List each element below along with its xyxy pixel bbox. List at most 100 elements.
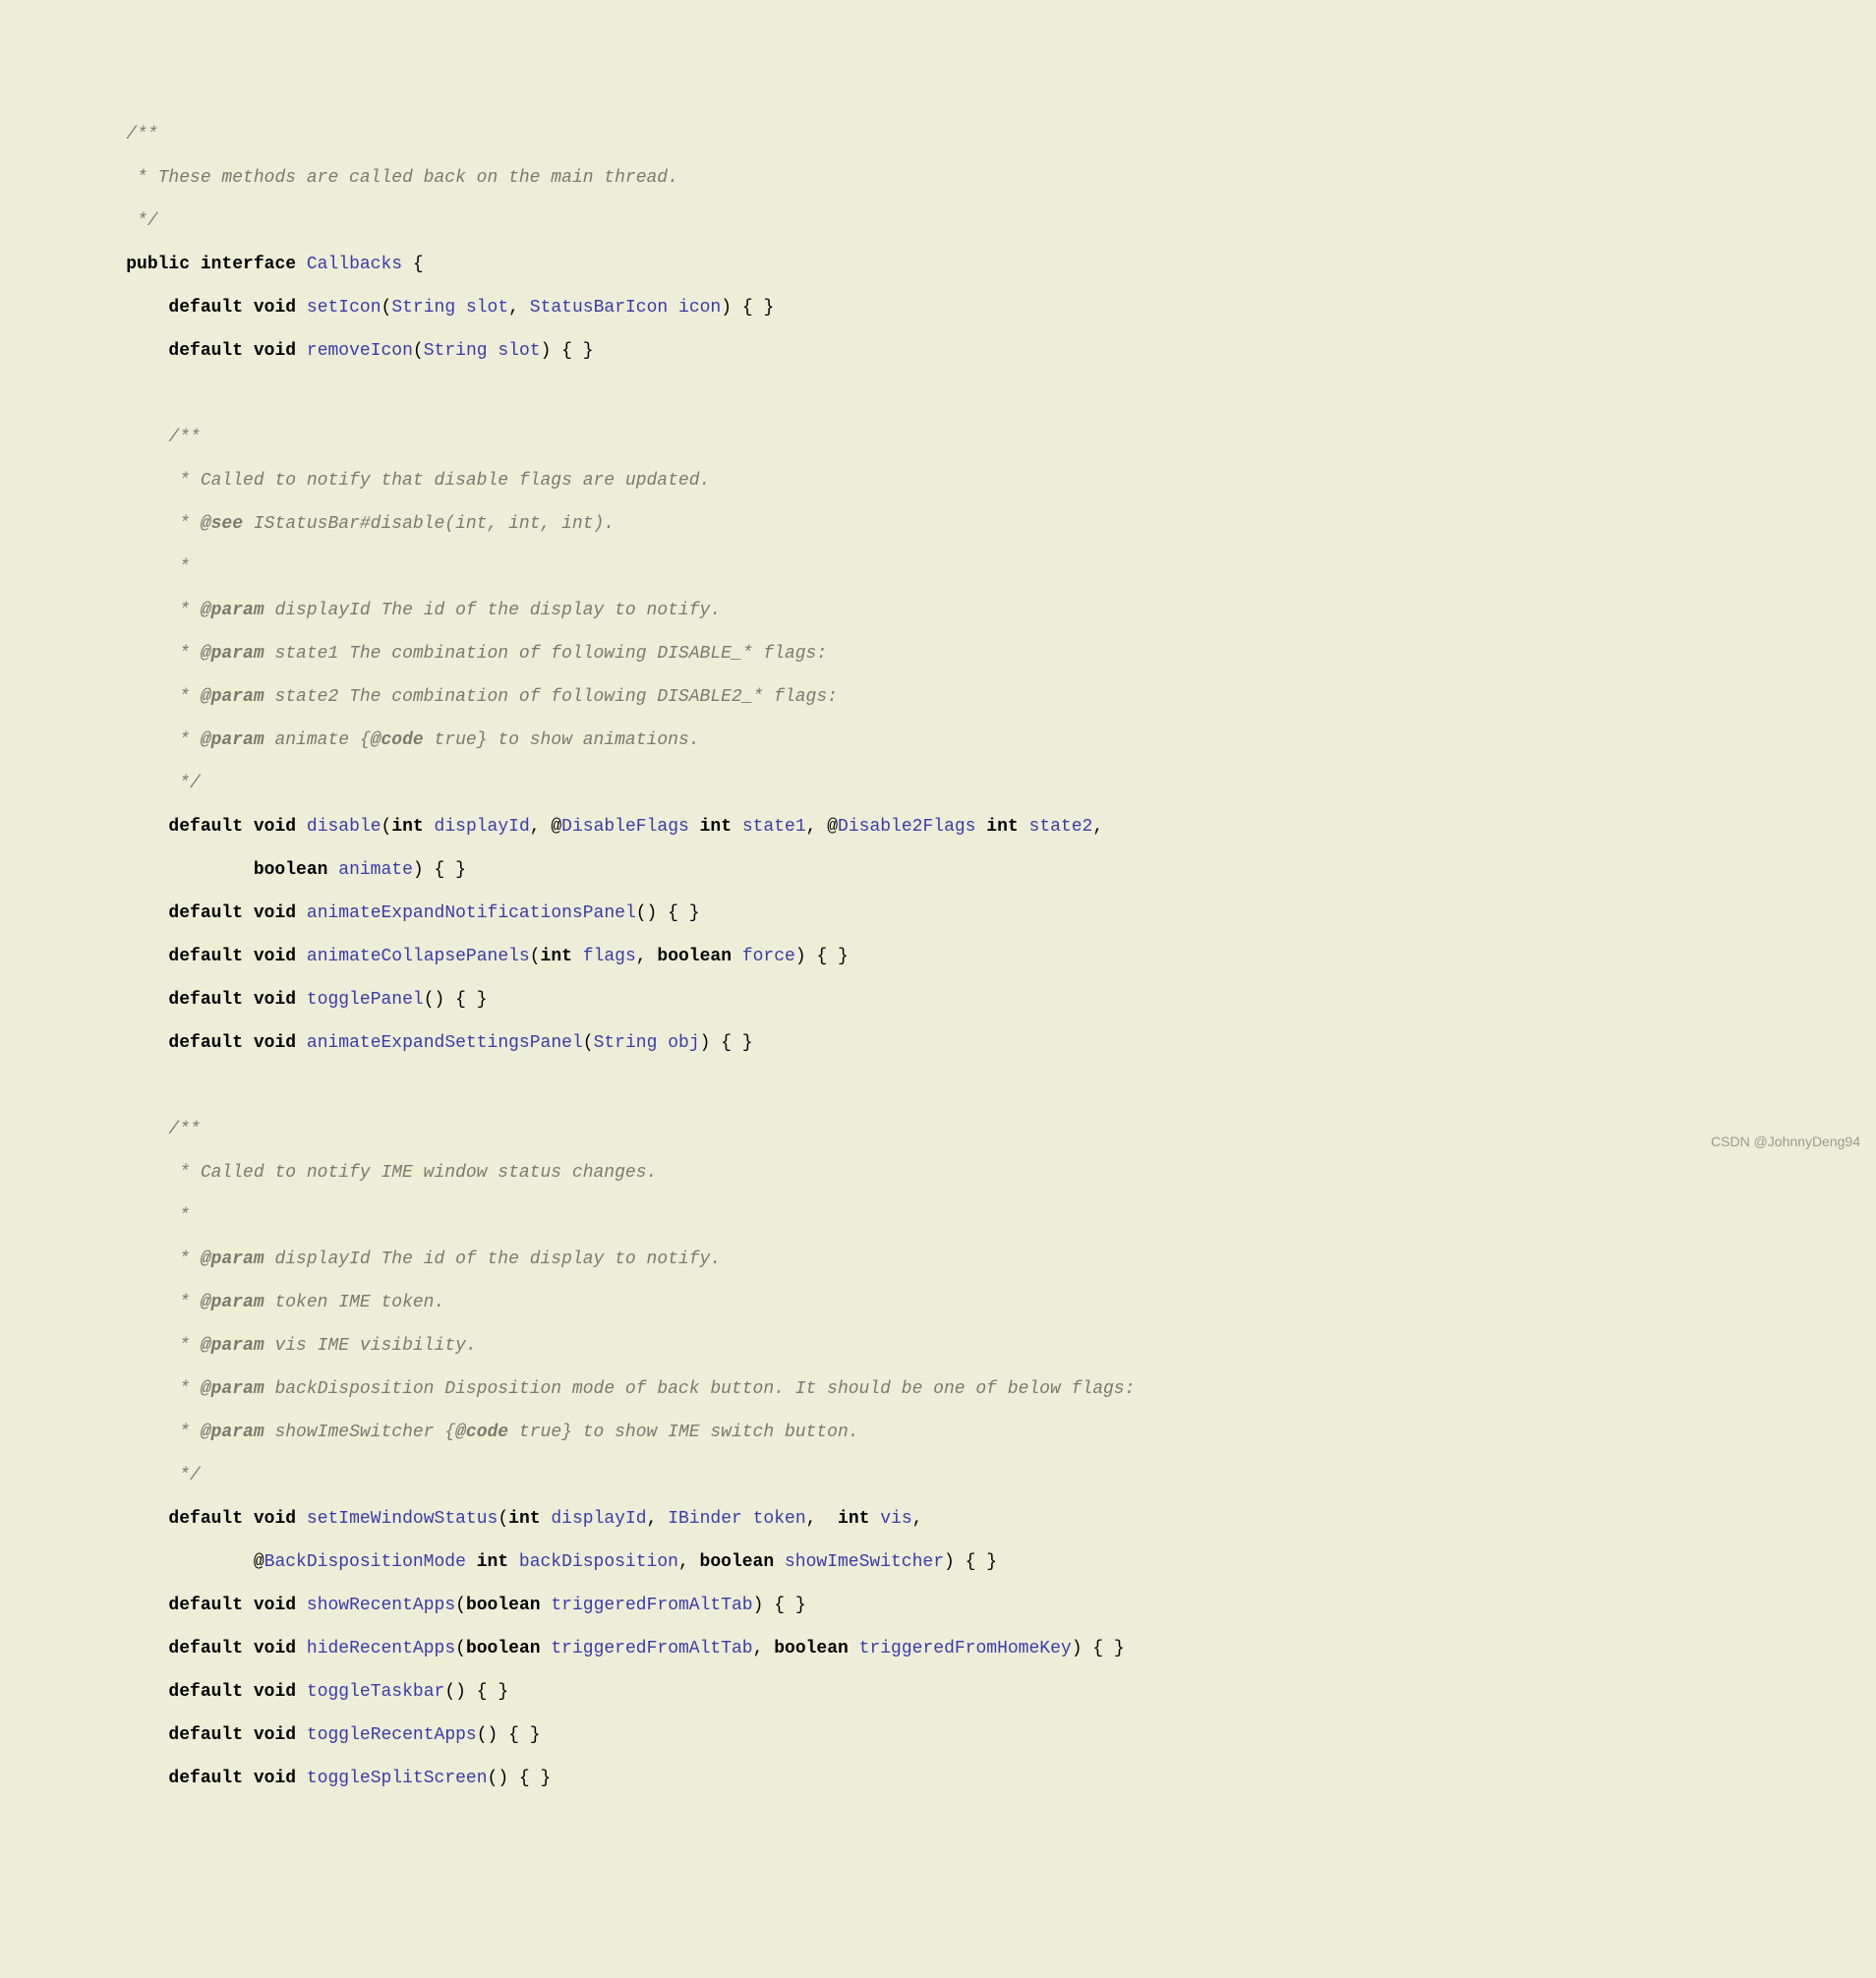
param-type: IBinder [668, 1509, 742, 1529]
keyword-default: default [168, 1769, 243, 1788]
param-name: slot [498, 341, 540, 361]
keyword-default: default [168, 947, 243, 966]
method-name: toggleSplitScreen [307, 1769, 488, 1788]
watermark-text: CSDN @JohnnyDeng94 [1711, 1131, 1860, 1152]
comment: * These methods are called back on the m… [84, 168, 678, 188]
keyword-boolean: boolean [466, 1639, 541, 1658]
param-type: String [594, 1033, 658, 1053]
comment: * Called to notify IME window status cha… [84, 1163, 657, 1183]
keyword-int: int [477, 1552, 508, 1572]
comment: * @param backDisposition Disposition mod… [84, 1379, 1135, 1399]
method-name: animateExpandNotificationsPanel [307, 903, 636, 923]
keyword-int: int [508, 1509, 540, 1529]
keyword-default: default [168, 1682, 243, 1702]
keyword-boolean: boolean [466, 1596, 541, 1615]
keyword-void: void [254, 298, 296, 318]
keyword-int: int [986, 817, 1018, 837]
keyword-default: default [168, 903, 243, 923]
comment: */ [84, 1466, 201, 1485]
param-name: force [742, 947, 795, 966]
keyword-int: int [541, 947, 572, 966]
method-name: setIcon [307, 298, 381, 318]
comment: * Called to notify that disable flags ar… [84, 471, 710, 491]
keyword-void: void [254, 990, 296, 1010]
keyword-void: void [254, 1725, 296, 1745]
comment: * @param displayId The id of the display… [84, 1250, 721, 1269]
keyword-void: void [254, 1596, 296, 1615]
annotation: Disable2Flags [838, 817, 975, 837]
method-name: toggleRecentApps [307, 1725, 477, 1745]
keyword-default: default [168, 1725, 243, 1745]
param-name: icon [678, 298, 721, 318]
method-name: setImeWindowStatus [307, 1509, 498, 1529]
param-type: String [424, 341, 488, 361]
keyword-int: int [391, 817, 423, 837]
keyword-default: default [168, 298, 243, 318]
keyword-boolean: boolean [774, 1639, 849, 1658]
param-name: slot [466, 298, 508, 318]
keyword-void: void [254, 1639, 296, 1658]
comment: */ [84, 211, 158, 231]
param-name: triggeredFromHomeKey [859, 1639, 1072, 1658]
keyword-default: default [168, 1596, 243, 1615]
keyword-boolean: boolean [700, 1552, 775, 1572]
param-name: backDisposition [519, 1552, 678, 1572]
comment: * [84, 1206, 190, 1226]
keyword-default: default [168, 1639, 243, 1658]
comment: * @param state1 The combination of follo… [84, 644, 827, 664]
method-name: removeIcon [307, 341, 413, 361]
annotation: BackDispositionMode [264, 1552, 466, 1572]
method-name: animateExpandSettingsPanel [307, 1033, 583, 1053]
keyword-int: int [838, 1509, 869, 1529]
keyword-void: void [254, 1509, 296, 1529]
comment: * @param showImeSwitcher {@code true} to… [84, 1423, 859, 1442]
keyword-void: void [254, 1033, 296, 1053]
keyword-void: void [254, 817, 296, 837]
comment: /** [84, 428, 201, 447]
param-name: state1 [742, 817, 806, 837]
param-name: token [753, 1509, 806, 1529]
keyword-default: default [168, 1509, 243, 1529]
keyword-void: void [254, 1682, 296, 1702]
keyword-boolean: boolean [254, 860, 328, 880]
comment: * @param token IME token. [84, 1293, 444, 1312]
param-name: displayId [435, 817, 530, 837]
param-name: displayId [551, 1509, 646, 1529]
keyword-interface: interface [201, 255, 296, 274]
comment: /** [84, 125, 158, 145]
keyword-public: public [126, 255, 190, 274]
method-name: showRecentApps [307, 1596, 455, 1615]
param-type: String [391, 298, 455, 318]
param-name: vis [880, 1509, 911, 1529]
code-block: /** * These methods are called back on t… [0, 102, 1876, 1811]
method-name: hideRecentApps [307, 1639, 455, 1658]
keyword-void: void [254, 903, 296, 923]
comment: * @param state2 The combination of follo… [84, 687, 838, 707]
param-name: showImeSwitcher [785, 1552, 944, 1572]
keyword-default: default [168, 341, 243, 361]
keyword-void: void [254, 947, 296, 966]
param-name: triggeredFromAltTab [551, 1639, 752, 1658]
keyword-default: default [168, 817, 243, 837]
keyword-default: default [168, 990, 243, 1010]
type-name: Callbacks [307, 255, 402, 274]
param-name: flags [583, 947, 636, 966]
annotation: DisableFlags [561, 817, 689, 837]
comment: * @param animate {@code true} to show an… [84, 730, 700, 750]
comment: /** [84, 1120, 201, 1139]
param-name: obj [668, 1033, 699, 1053]
comment: */ [84, 774, 201, 793]
comment: * @param vis IME visibility. [84, 1336, 477, 1356]
method-name: animateCollapsePanels [307, 947, 530, 966]
param-type: StatusBarIcon [530, 298, 668, 318]
param-name: triggeredFromAltTab [551, 1596, 752, 1615]
keyword-int: int [700, 817, 732, 837]
comment: * @see IStatusBar#disable(int, int, int)… [84, 514, 615, 534]
keyword-void: void [254, 1769, 296, 1788]
comment: * [84, 557, 190, 577]
keyword-boolean: boolean [657, 947, 732, 966]
keyword-default: default [168, 1033, 243, 1053]
param-name: animate [338, 860, 413, 880]
keyword-void: void [254, 341, 296, 361]
method-name: togglePanel [307, 990, 424, 1010]
